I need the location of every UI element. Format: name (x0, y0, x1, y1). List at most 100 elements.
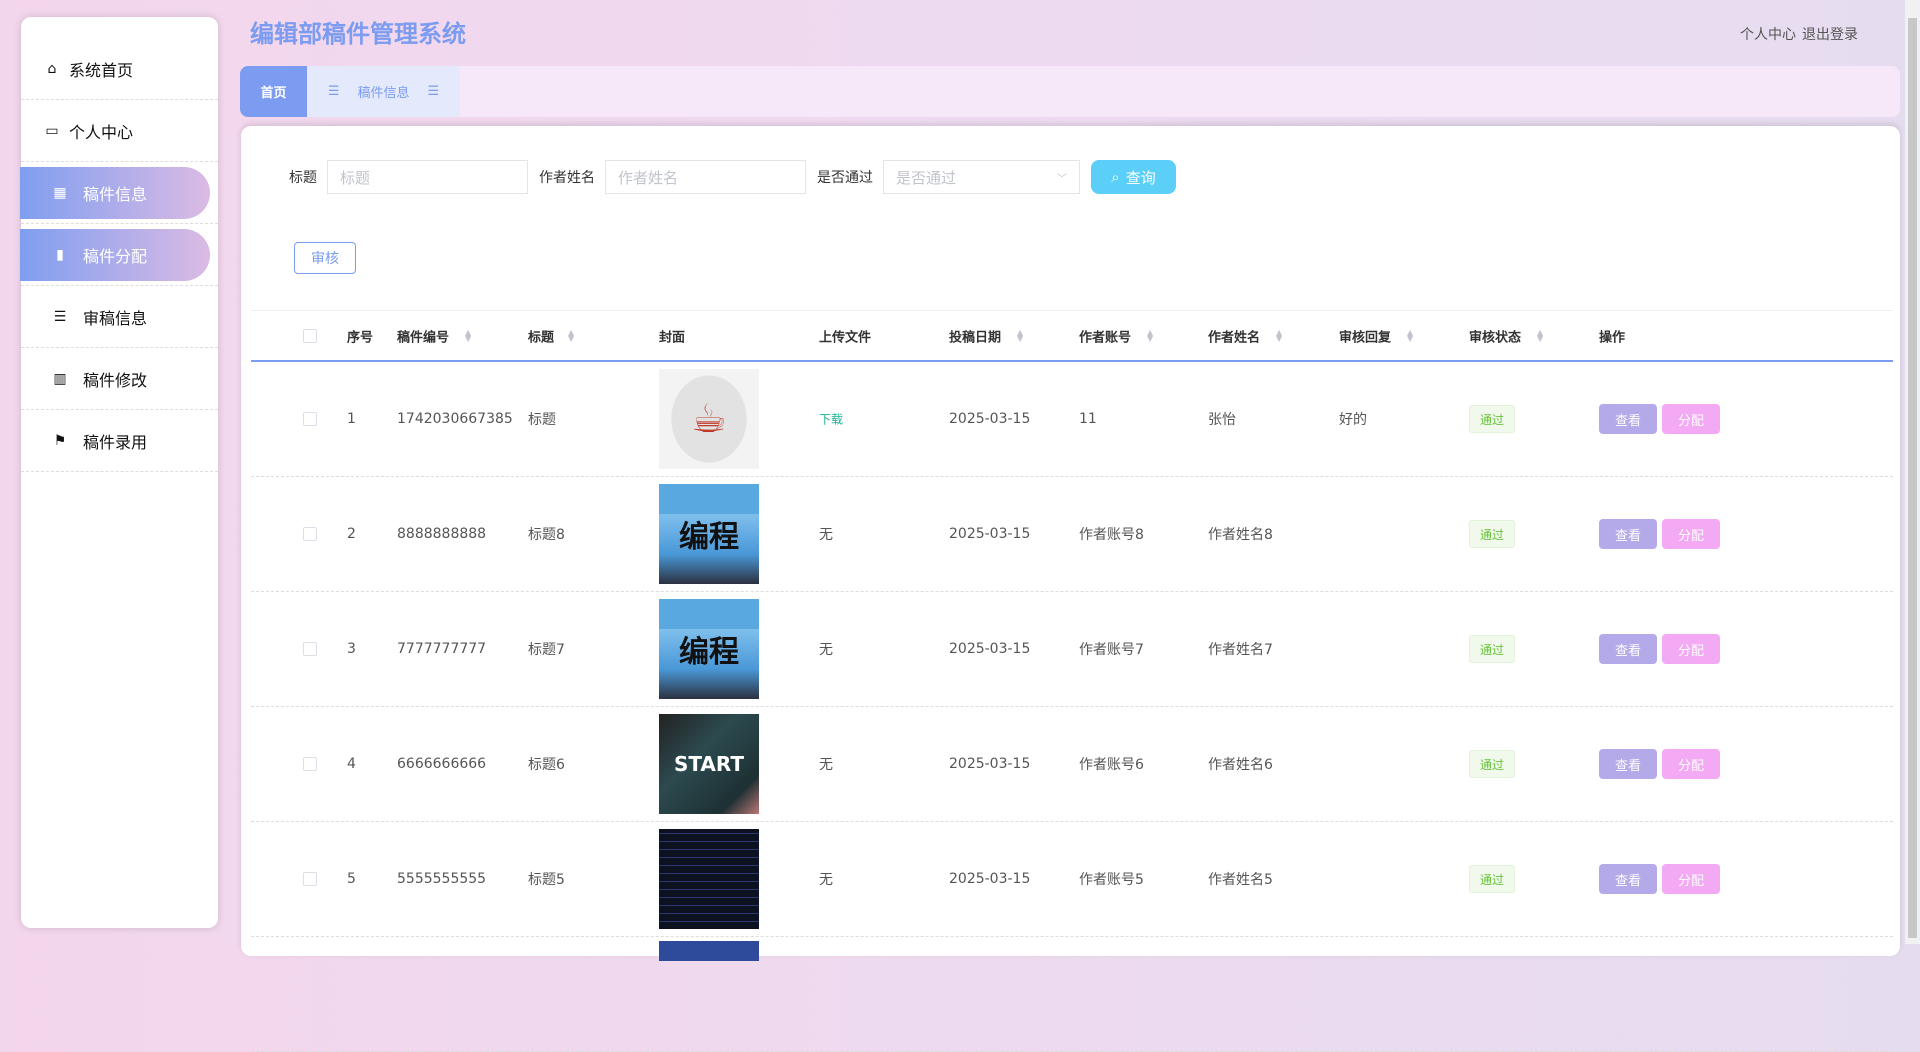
cell-no: 1742030667385 (397, 411, 513, 427)
sidebar-item-4[interactable]: ☰ 审稿信息 (21, 286, 218, 348)
sort-icon[interactable]: ▲ ▼ (1537, 328, 1543, 342)
row-checkbox[interactable] (303, 872, 317, 886)
manuscript-table: 序号 稿件编号 ▲ ▼ 标题 ▲ ▼ 封面 上传文件 投稿日期 ▲ ▼ 作者账号 ▲ ▼ 作者姓名 ▲ ▼ 审核回复… (251, 310, 1893, 1052)
scrollbar-thumb[interactable] (1908, 18, 1917, 938)
sidebar-item-2[interactable]: ▦ 稿件信息 (20, 162, 218, 224)
logout-link[interactable]: 退出登录 (1802, 27, 1858, 43)
cell-name: 作者姓名6 (1208, 757, 1273, 773)
sidebar-item-5[interactable]: ▥ 稿件修改 (21, 348, 218, 410)
view-button[interactable]: 查看 (1599, 864, 1657, 894)
tab-label: 稿件信息 (357, 86, 410, 101)
sort-icon[interactable]: ▲ ▼ (1147, 328, 1153, 342)
cover-image[interactable]: START (659, 714, 759, 814)
column-header: 序号 (347, 330, 374, 345)
tab-manuscript-info[interactable]: ☰ 稿件信息 ☰ (307, 66, 460, 117)
cell-date: 2025-03-15 (949, 526, 1031, 542)
column-header: 操作 (1599, 330, 1626, 345)
assign-button[interactable]: 分配 (1662, 864, 1720, 894)
cell-name: 作者姓名5 (1208, 872, 1273, 888)
view-button[interactable]: 查看 (1599, 519, 1657, 549)
row-checkbox[interactable] (303, 527, 317, 541)
audit-button[interactable]: 审核 (294, 242, 356, 274)
tab-home[interactable]: 首页 (240, 66, 307, 117)
cell-name: 作者姓名8 (1208, 527, 1273, 543)
select-all-checkbox[interactable] (303, 328, 317, 343)
cover-image[interactable] (659, 941, 759, 961)
view-button[interactable]: 查看 (1599, 634, 1657, 664)
app-title: 编辑部稿件管理系统 (250, 20, 466, 48)
assign-button[interactable]: 分配 (1662, 519, 1720, 549)
cover-image[interactable]: 编程 (659, 484, 759, 584)
sidebar-item-1[interactable]: ▭ 个人中心 (21, 100, 218, 162)
status-badge: 通过 (1469, 405, 1516, 433)
search-icon: ⌕ (1111, 168, 1120, 186)
status-badge: 通过 (1469, 750, 1516, 778)
row-actions: 查看 分配 (1599, 404, 1725, 434)
column-header[interactable]: 作者姓名 (1208, 326, 1260, 345)
column-header[interactable]: 审核回复 (1339, 326, 1391, 345)
cell-account: 11 (1079, 411, 1097, 427)
sort-icon[interactable]: ▲ ▼ (568, 328, 574, 342)
sidebar-item-label: 审稿信息 (83, 308, 148, 328)
books-icon: ▥ (53, 370, 67, 387)
assign-button[interactable]: 分配 (1662, 634, 1720, 664)
user-card-icon: ▭ (45, 122, 59, 139)
assign-button[interactable]: 分配 (1662, 749, 1720, 779)
view-button[interactable]: 查看 (1599, 749, 1657, 779)
row-checkbox[interactable] (303, 642, 317, 656)
sidebar-item-3[interactable]: ▮ 稿件分配 (20, 224, 218, 286)
sidebar-item-0[interactable]: ⌂ 系统首页 (21, 38, 218, 100)
sort-icon[interactable]: ▲ ▼ (1407, 328, 1413, 342)
cell-title: 标题5 (528, 872, 565, 888)
column-header[interactable]: 稿件编号 (397, 326, 449, 345)
cell-file: 无 (819, 527, 833, 543)
table-row: 3 7777777777 标题7 编程 无 2025-03-15 作者账号7 作者姓名7 通过 查… (251, 592, 1893, 707)
sidebar: ⌂ 系统首页 ▭ 个人中心 ▦ 稿件信息 ▮ 稿件分配 ☰ 审稿信息 ▥ 稿件修改 ⚑ 稿件录用 (20, 17, 218, 928)
column-header[interactable]: 标题 (528, 326, 554, 345)
sort-icon[interactable]: ▲ ▼ (465, 328, 471, 342)
row-actions: 查看 分配 (1599, 634, 1725, 664)
sort-icon[interactable]: ▲ ▼ (1276, 328, 1282, 342)
cover-image[interactable]: 编程 (659, 599, 759, 699)
cell-no: 5555555555 (397, 871, 487, 887)
status-badge: 通过 (1469, 520, 1516, 548)
sidebar-item-6[interactable]: ⚑ 稿件录用 (21, 410, 218, 472)
profile-link[interactable]: 个人中心 (1740, 27, 1796, 43)
column-header[interactable]: 作者账号 (1079, 326, 1131, 345)
cover-image[interactable] (659, 829, 759, 929)
grid-icon: ▦ (53, 184, 67, 201)
cell-file: 无 (819, 642, 833, 658)
cell-date: 2025-03-15 (949, 641, 1031, 657)
column-header[interactable]: 审核状态 (1469, 326, 1521, 345)
title-label: 标题 (289, 170, 317, 186)
menu-icon: ☰ (327, 84, 340, 99)
assign-button[interactable]: 分配 (1662, 404, 1720, 434)
row-checkbox[interactable] (303, 412, 317, 426)
view-button[interactable]: 查看 (1599, 404, 1657, 434)
title-input[interactable]: 标题 (327, 160, 528, 194)
cell-idx: 4 (347, 756, 356, 772)
content-panel: 标题 标题 作者姓名 作者姓名 是否通过 是否通过 ﹀ ⌕ 查询 审核 序号 稿件编号… (241, 126, 1900, 1052)
search-form: 标题 标题 作者姓名 作者姓名 是否通过 是否通过 ﹀ ⌕ 查询 (289, 160, 1176, 194)
query-label: 查询 (1125, 168, 1156, 187)
author-input[interactable]: 作者姓名 (605, 160, 806, 194)
row-checkbox[interactable] (303, 757, 317, 771)
home-icon: ⌂ (47, 60, 57, 77)
cell-date: 2025-03-15 (949, 756, 1031, 772)
table-body: 1 1742030667385 标题 ☕ 下载 2025-03-15 11 张怡 好的 通过 查看分… (251, 362, 1893, 1052)
column-header[interactable]: 投稿日期 (949, 326, 1001, 345)
scrollbar[interactable] (1905, 0, 1920, 944)
cell-file[interactable]: 下载 (819, 411, 843, 428)
sidebar-item-label: 稿件修改 (83, 370, 148, 390)
cell-account: 作者账号6 (1079, 757, 1144, 773)
cell-no: 8888888888 (397, 526, 487, 542)
sort-icon[interactable]: ▲ ▼ (1017, 328, 1023, 342)
pass-select[interactable]: 是否通过 ﹀ (883, 160, 1080, 194)
cover-image[interactable]: ☕ (659, 369, 759, 469)
sidebar-item-label: 个人中心 (69, 122, 134, 142)
row-actions: 查看 分配 (1599, 519, 1725, 549)
cell-file: 无 (819, 872, 833, 888)
cell-title: 标题 (528, 412, 556, 428)
table-row: 5 5555555555 标题5 无 2025-03-15 作者账号5 作者姓名5 通过 查看分… (251, 822, 1893, 937)
query-button[interactable]: ⌕ 查询 (1091, 160, 1176, 194)
